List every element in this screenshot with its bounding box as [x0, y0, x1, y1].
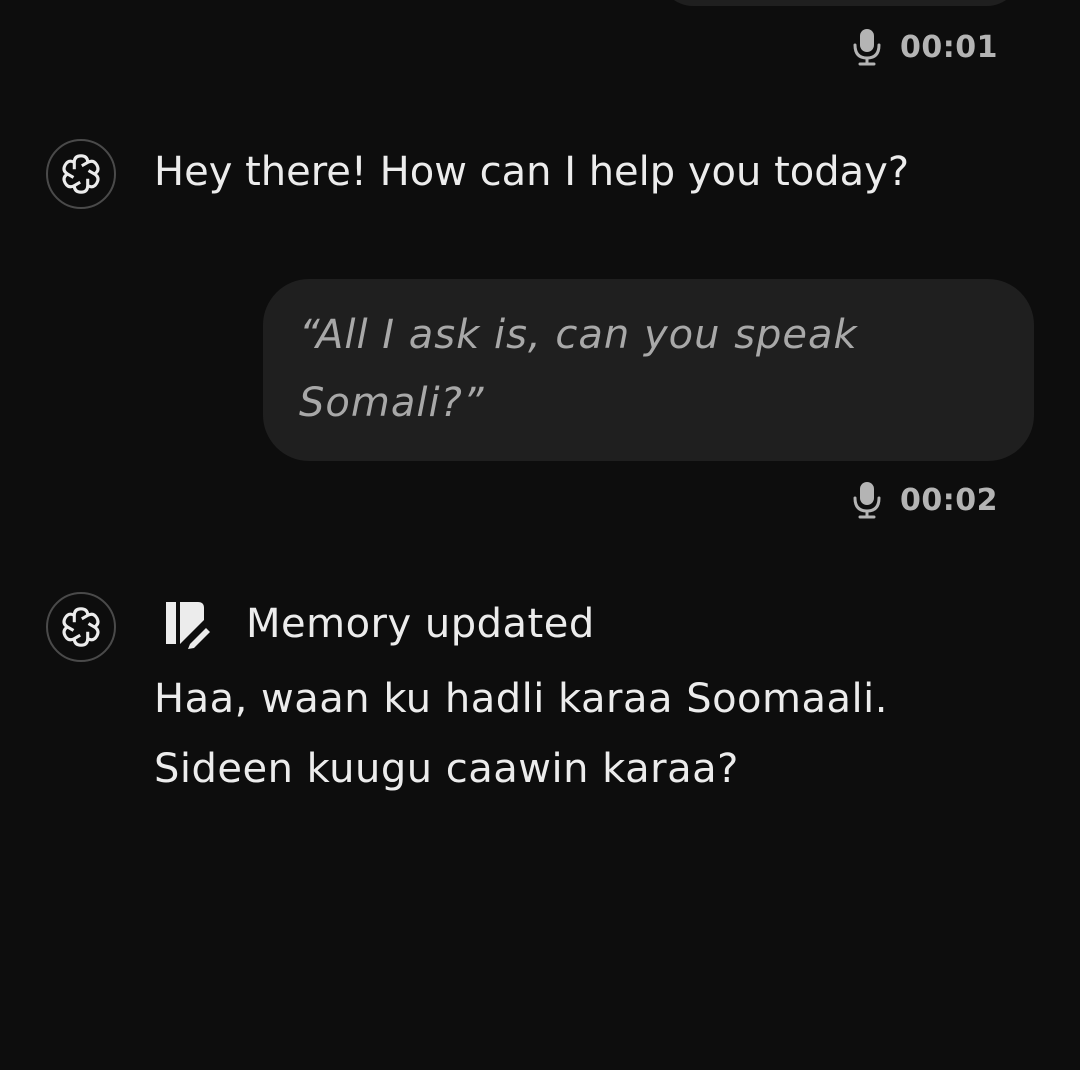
user-voice-transcript: “All I ask is, can you speak Somali?” — [299, 312, 858, 426]
assistant-reply-line: Sideen kuugu caawin karaa? — [154, 746, 739, 792]
microphone-icon — [853, 482, 881, 519]
memory-edit-icon — [166, 602, 210, 649]
assistant-reply-line: Haa, waan ku hadli karaa Soomaali. — [154, 676, 888, 722]
previous-user-bubble[interactable] — [660, 0, 1020, 6]
openai-logo-icon — [60, 154, 102, 194]
assistant-avatar — [46, 592, 116, 662]
memory-updated-indicator[interactable]: Memory updated — [164, 598, 595, 650]
user-message-bubble[interactable]: “All I ask is, can you speak Somali?” — [263, 279, 1034, 461]
assistant-greeting: Hey there! How can I help you today? — [154, 149, 910, 195]
microphone-icon — [853, 29, 881, 66]
assistant-avatar — [46, 139, 116, 209]
voice-duration: 00:02 — [900, 482, 998, 518]
assistant-reply: Haa, waan ku hadli karaa Soomaali. Sidee… — [154, 664, 888, 804]
voice-duration: 00:01 — [900, 29, 998, 65]
openai-logo-icon — [62, 607, 100, 647]
voice-message-meta: 00:02 — [852, 481, 998, 519]
voice-message-meta: 00:01 — [852, 28, 998, 66]
memory-updated-label: Memory updated — [246, 601, 595, 647]
chat-screen: 00:01 Hey there! How can I help you toda… — [0, 0, 1080, 1070]
